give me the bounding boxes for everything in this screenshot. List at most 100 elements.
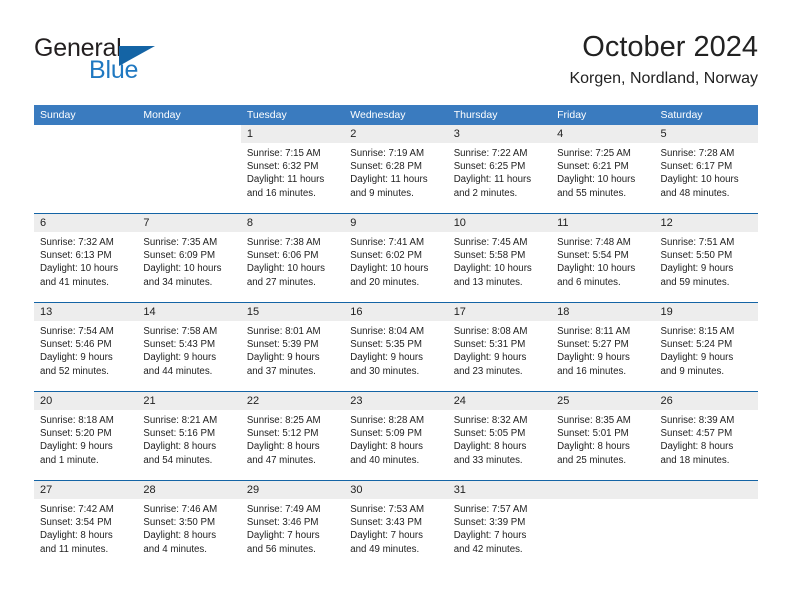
calendar-day-cell[interactable]: 25 Sunrise: 8:35 AM Sunset: 5:01 PM Dayligh… xyxy=(551,392,655,480)
calendar-day-cell[interactable]: 3 Sunrise: 7:22 AM Sunset: 6:25 PM Daylight… xyxy=(447,125,552,213)
day-info-line: and 9 minutes. xyxy=(350,187,414,199)
calendar-day-cell[interactable]: 6 Sunrise: 7:32 AM Sunset: 6:13 PM Daylight… xyxy=(34,214,138,302)
calendar-day-cell[interactable]: 18 Sunrise: 8:11 AM Sunset: 5:27 PM Dayligh… xyxy=(551,303,655,391)
calendar-day-cell[interactable]: 5 Sunrise: 7:28 AM Sunset: 6:17 PM Daylight… xyxy=(654,125,758,213)
day-number-band: 30 xyxy=(344,481,448,499)
day-info-line: Sunset: 3:39 PM xyxy=(453,517,526,529)
week-cells: 20 Sunrise: 8:18 AM Sunset: 5:20 PM Dayligh… xyxy=(34,392,758,480)
weekday-header-thursday: Thursday xyxy=(453,109,498,121)
day-info-line: Sunrise: 7:41 AM xyxy=(350,237,425,248)
day-info-line: Sunrise: 8:08 AM xyxy=(453,326,528,337)
day-info-line: Sunrise: 7:58 AM xyxy=(143,326,218,337)
day-number-band: 18 xyxy=(551,303,655,321)
day-number-band: 8 xyxy=(240,214,345,232)
calendar-day-cell[interactable]: 22 Sunrise: 8:25 AM Sunset: 5:12 PM Dayligh… xyxy=(240,392,345,480)
day-sun-info: Sunrise: 8:01 AM Sunset: 5:39 PM Daylight:… xyxy=(241,321,344,378)
calendar-day-cell[interactable]: 30 Sunrise: 7:53 AM Sunset: 3:43 PM Dayligh… xyxy=(344,481,448,569)
calendar-day-cell[interactable]: 7 Sunrise: 7:35 AM Sunset: 6:09 PM Daylight… xyxy=(137,214,241,302)
day-info-line: Sunset: 5:58 PM xyxy=(453,250,526,262)
day-number-band: 15 xyxy=(240,303,345,321)
day-number: 27 xyxy=(40,484,53,496)
day-number-band: 4 xyxy=(551,125,655,143)
calendar-day-cell[interactable]: 11 Sunrise: 7:48 AM Sunset: 5:54 PM Dayligh… xyxy=(551,214,655,302)
day-sun-info: Sunrise: 8:35 AM Sunset: 5:01 PM Daylight:… xyxy=(551,410,654,467)
day-info-line: Daylight: 10 hours xyxy=(350,263,429,275)
calendar-day-cell[interactable]: 14 Sunrise: 7:58 AM Sunset: 5:43 PM Dayligh… xyxy=(137,303,241,391)
day-info-line: Sunset: 5:01 PM xyxy=(557,428,629,440)
day-info-line: Daylight: 10 hours xyxy=(557,263,636,275)
day-info-line: Sunset: 3:43 PM xyxy=(350,517,422,529)
calendar-day-cell[interactable]: 23 Sunrise: 8:28 AM Sunset: 5:09 PM Dayligh… xyxy=(344,392,448,480)
calendar-day-cell[interactable]: 31 Sunrise: 7:57 AM Sunset: 3:39 PM Dayligh… xyxy=(447,481,552,569)
calendar-day-cell[interactable]: 1 Sunrise: 7:15 AM Sunset: 6:32 PM Daylight… xyxy=(240,125,345,213)
day-sun-info: Sunrise: 8:25 AM Sunset: 5:12 PM Daylight:… xyxy=(241,410,344,467)
calendar-day-cell[interactable]: 10 Sunrise: 7:45 AM Sunset: 5:58 PM Dayligh… xyxy=(447,214,552,302)
day-number-band: 31 xyxy=(447,481,552,499)
day-info-line: and 16 minutes. xyxy=(557,365,627,377)
day-info-line: and 20 minutes. xyxy=(350,276,420,288)
day-number: 21 xyxy=(143,395,156,407)
day-info-line: Sunrise: 8:21 AM xyxy=(143,415,218,426)
day-info-line: Sunrise: 7:53 AM xyxy=(350,504,425,515)
day-number: 28 xyxy=(143,484,156,496)
calendar-day-cell[interactable]: 8 Sunrise: 7:38 AM Sunset: 6:06 PM Daylight… xyxy=(240,214,345,302)
brand-logo[interactable]: General Blue xyxy=(34,34,234,90)
day-sun-info: Sunrise: 7:45 AM Sunset: 5:58 PM Daylight:… xyxy=(448,232,551,289)
day-info-line: Daylight: 9 hours xyxy=(350,352,423,364)
day-info-line: Sunset: 5:05 PM xyxy=(453,428,526,440)
day-sun-info xyxy=(34,143,137,147)
day-info-line: Sunrise: 7:38 AM xyxy=(246,237,321,248)
calendar-day-cell[interactable]: 17 Sunrise: 8:08 AM Sunset: 5:31 PM Dayligh… xyxy=(447,303,552,391)
calendar-day-cell[interactable]: 21 Sunrise: 8:21 AM Sunset: 5:16 PM Dayligh… xyxy=(137,392,241,480)
calendar-day-cell[interactable]: 12 Sunrise: 7:51 AM Sunset: 5:50 PM Dayligh… xyxy=(654,214,758,302)
day-info-line: Daylight: 8 hours xyxy=(143,441,217,453)
day-info-line: and 6 minutes. xyxy=(557,276,621,288)
day-info-line: Sunrise: 8:18 AM xyxy=(40,415,114,426)
calendar-day-cell[interactable]: 4 Sunrise: 7:25 AM Sunset: 6:21 PM Daylight… xyxy=(551,125,655,213)
day-sun-info: Sunrise: 7:54 AM Sunset: 5:46 PM Daylight:… xyxy=(34,321,137,378)
calendar-day-cell[interactable]: 19 Sunrise: 8:15 AM Sunset: 5:24 PM Dayligh… xyxy=(654,303,758,391)
day-number-band: 19 xyxy=(654,303,758,321)
day-number-band: 23 xyxy=(344,392,448,410)
calendar-day-cell[interactable]: 9 Sunrise: 7:41 AM Sunset: 6:02 PM Daylight… xyxy=(344,214,448,302)
calendar-day-cell[interactable]: 16 Sunrise: 8:04 AM Sunset: 5:35 PM Dayligh… xyxy=(344,303,448,391)
calendar-week-row: 13 Sunrise: 7:54 AM Sunset: 5:46 PM Dayligh… xyxy=(34,302,758,391)
day-number-band: 2 xyxy=(344,125,448,143)
day-number: 25 xyxy=(557,395,570,407)
calendar-day-cell[interactable]: 27 Sunrise: 7:42 AM Sunset: 3:54 PM Dayligh… xyxy=(34,481,138,569)
day-number: 22 xyxy=(246,395,260,407)
day-info-line: Sunrise: 8:39 AM xyxy=(660,415,735,426)
day-info-line: Daylight: 9 hours xyxy=(660,263,734,275)
day-sun-info xyxy=(137,143,240,147)
day-number-band: 22 xyxy=(240,392,345,410)
day-info-line: and 9 minutes. xyxy=(660,365,725,377)
day-info-line: and 33 minutes. xyxy=(453,454,523,466)
day-number: 26 xyxy=(660,395,673,407)
day-info-line: Sunrise: 7:54 AM xyxy=(40,326,114,337)
week-cells: 27 Sunrise: 7:42 AM Sunset: 3:54 PM Dayligh… xyxy=(34,481,758,569)
day-info-line: Daylight: 9 hours xyxy=(453,352,527,364)
calendar-day-cell[interactable]: 13 Sunrise: 7:54 AM Sunset: 5:46 PM Dayligh… xyxy=(34,303,138,391)
calendar-day-cell[interactable]: 29 Sunrise: 7:49 AM Sunset: 3:46 PM Dayligh… xyxy=(240,481,345,569)
day-info-line: Sunset: 5:39 PM xyxy=(246,339,319,351)
calendar-day-cell[interactable]: 24 Sunrise: 8:32 AM Sunset: 5:05 PM Dayligh… xyxy=(447,392,552,480)
day-number: 12 xyxy=(660,217,673,229)
calendar-day-cell[interactable]: 20 Sunrise: 8:18 AM Sunset: 5:20 PM Dayligh… xyxy=(34,392,138,480)
day-number-band: 25 xyxy=(551,392,655,410)
day-number: 24 xyxy=(453,395,466,407)
day-info-line: Daylight: 9 hours xyxy=(143,352,217,364)
day-number-band: 12 xyxy=(654,214,758,232)
calendar-grid: Sunday Monday Tuesday Wednesday Thursday Frid… xyxy=(34,105,758,569)
day-sun-info: Sunrise: 7:28 AM Sunset: 6:17 PM Daylight:… xyxy=(655,143,758,200)
day-sun-info: Sunrise: 7:49 AM Sunset: 3:46 PM Daylight:… xyxy=(241,499,344,556)
day-number-band: 5 xyxy=(654,125,758,143)
day-number-band: 14 xyxy=(137,303,241,321)
calendar-day-cell[interactable]: 15 Sunrise: 8:01 AM Sunset: 5:39 PM Dayligh… xyxy=(240,303,345,391)
calendar-day-cell[interactable]: 28 Sunrise: 7:46 AM Sunset: 3:50 PM Dayligh… xyxy=(137,481,241,569)
day-number-band: 27 xyxy=(34,481,138,499)
day-info-line: Sunrise: 7:49 AM xyxy=(246,504,321,515)
day-info-line: and 59 minutes. xyxy=(660,276,730,288)
day-info-line: Sunrise: 7:57 AM xyxy=(453,504,528,515)
calendar-day-cell[interactable]: 2 Sunrise: 7:19 AM Sunset: 6:28 PM Daylight… xyxy=(344,125,448,213)
calendar-day-cell[interactable]: 26 Sunrise: 8:39 AM Sunset: 4:57 PM Dayligh… xyxy=(654,392,758,480)
